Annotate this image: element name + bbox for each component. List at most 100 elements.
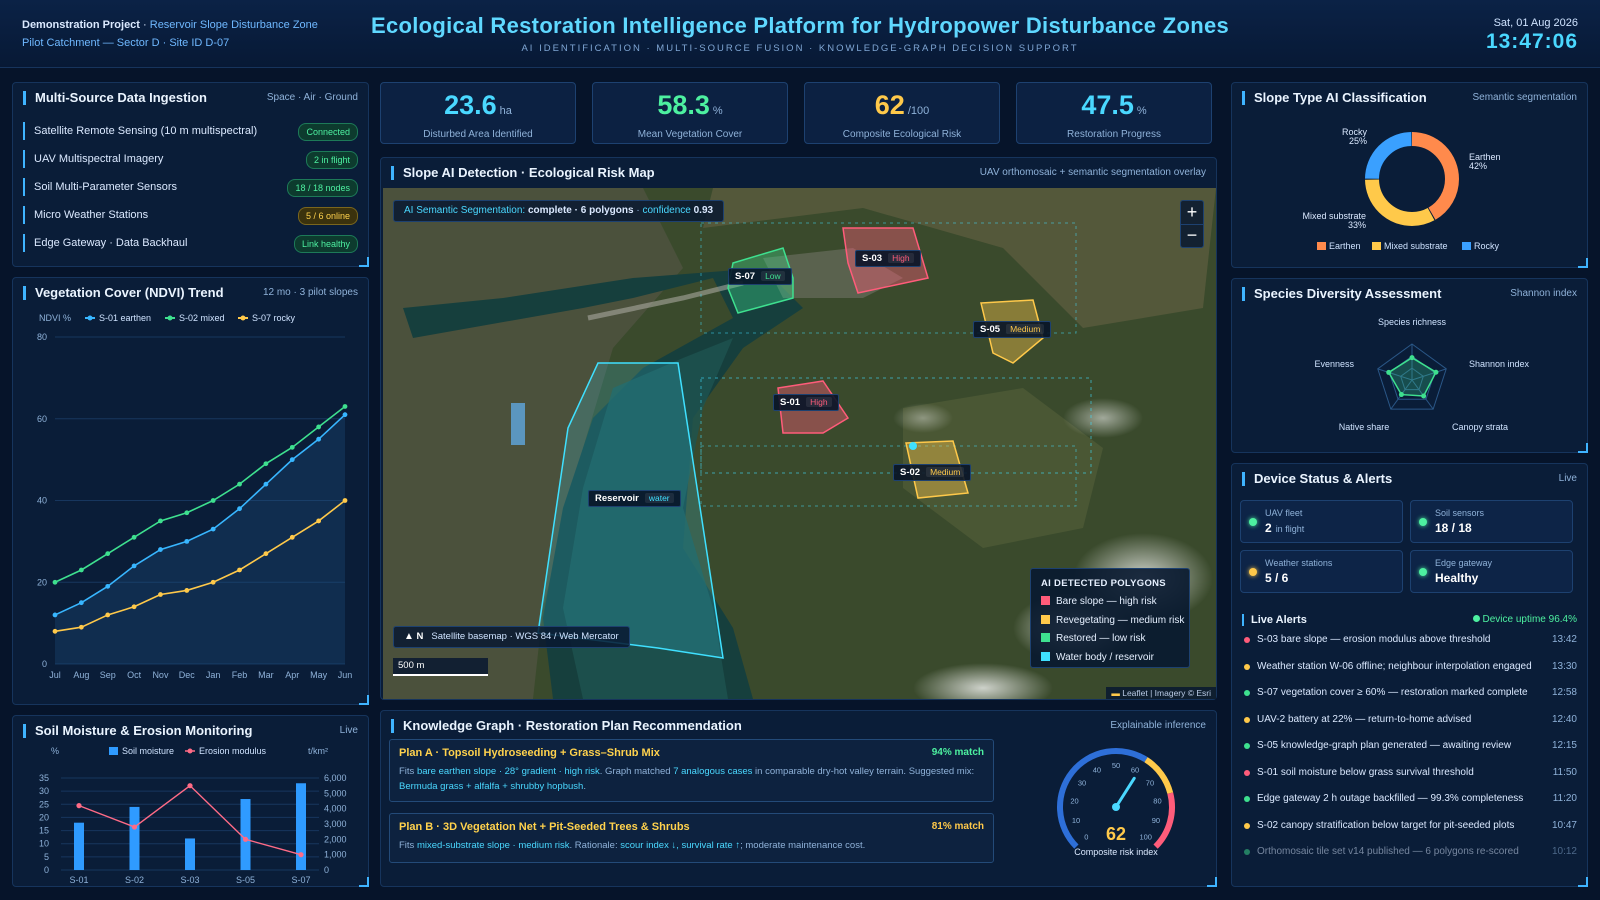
device-card[interactable]: UAV fleet 2 in flight (1240, 500, 1403, 543)
gauge-tick: 60 (1131, 766, 1139, 775)
scale-label: 500 m (398, 660, 425, 671)
ndvi-y-tick: 40 (37, 496, 47, 506)
plan-a-card[interactable]: Plan A · Topsoil Hydroseeding + Grass–Sh… (389, 739, 994, 802)
ndvi-point (158, 547, 163, 552)
donut-legend-label: Rocky (1474, 241, 1500, 251)
kpi-card: 23.6 ha Disturbed Area Identified (380, 82, 576, 144)
zoom-in-button[interactable]: + (1181, 201, 1203, 225)
alert-dot-icon (1244, 769, 1250, 776)
species-title: Species Diversity Assessment (1242, 287, 1441, 301)
device-card-value: 2 (1265, 521, 1272, 535)
status-badge: 18 / 18 nodes (287, 179, 358, 197)
panel-corner (359, 877, 369, 887)
device-card[interactable]: Soil sensors 18 / 18 (1410, 500, 1573, 543)
legend-swatch (1041, 633, 1050, 642)
ndvi-point (78, 624, 84, 630)
alert-item[interactable]: Weather station W-06 offline; neighbour … (1244, 656, 1577, 678)
ndvi-x-tick: Mar (258, 670, 274, 680)
kg-panel: Knowledge Graph · Restoration Plan Recom… (380, 710, 1217, 887)
device-card[interactable]: Weather stations 5 / 6 (1240, 550, 1403, 593)
alert-item[interactable]: UAV-2 battery at 22% — return-to-home ad… (1244, 709, 1577, 731)
device-card-label: Edge gateway (1435, 558, 1493, 568)
erosion-point (298, 852, 304, 858)
alert-item[interactable]: S-03 bare slope — erosion modulus above … (1244, 629, 1577, 651)
plan-b-title: Plan B · 3D Vegetation Net + Pit-Seeded … (399, 821, 690, 833)
gauge-tick: 30 (1078, 778, 1086, 787)
map-attribution[interactable]: ▬ Leaflet | Imagery © Esri (1106, 687, 1216, 699)
kg-subtitle: Explainable inference (1110, 720, 1206, 731)
donut-legend-label: Earthen (1329, 241, 1361, 251)
soil-panel: Soil Moisture & Erosion Monitoring Live … (12, 715, 369, 887)
alert-time: 12:40 (1551, 713, 1577, 725)
devices-panel: Device Status & Alerts Live Live Alerts … (1231, 463, 1588, 887)
alert-item[interactable]: Orthomosaic tile set v14 published — 6 p… (1244, 841, 1577, 863)
alert-time: 10:47 (1551, 819, 1577, 831)
legend-title: AI DETECTED POLYGONS (1041, 578, 1166, 589)
alert-item[interactable]: S-02 canopy stratification below target … (1244, 815, 1577, 837)
plan-b-card[interactable]: Plan B · 3D Vegetation Net + Pit-Seeded … (389, 813, 994, 863)
header-bar: Demonstration Project · Reservoir Slope … (0, 0, 1600, 68)
alert-dot-icon (1244, 743, 1250, 749)
alert-dot-icon (1244, 822, 1250, 829)
erosion-point (242, 836, 249, 842)
panel-corner (359, 695, 369, 705)
attribution-text: Leaflet | Imagery © Esri (1122, 688, 1211, 698)
zoom-out-button[interactable]: − (1181, 225, 1203, 248)
device-card-value-line: 18 / 18 (1435, 521, 1476, 535)
device-card-label: Weather stations (1265, 558, 1333, 568)
map-canvas[interactable]: S-07 Low S-03 High S-05 Medium S-01 High S-02 Med… (383, 188, 1216, 699)
ndvi-legend-marker (167, 315, 173, 321)
polygon-label[interactable]: S-07 Low (728, 268, 792, 285)
polygon-id: S-02 (900, 467, 921, 478)
polygon-label[interactable]: S-05 Medium (973, 321, 1052, 338)
kpi-unit: % (712, 105, 723, 117)
alert-item[interactable]: S-07 vegetation cover ≥ 60% — restoratio… (1244, 682, 1577, 704)
soil-right-tick: 5,000 (324, 788, 347, 798)
north-arrow-icon: ▲ (404, 631, 414, 642)
ndvi-chart: NDVI % S-01 earthen S-02 mixed S-07 rocky 0 2… (37, 313, 352, 680)
kpi-value-line: 23.6 ha (381, 90, 575, 126)
polygon-label[interactable]: S-02 Medium (893, 464, 972, 481)
basemap-info: ▲ N Satellite basemap · WGS 84 / Web Merc… (393, 626, 630, 648)
status-badge: 5 / 6 online (297, 207, 358, 225)
alert-item[interactable]: S-05 knowledge-graph plan generated — aw… (1244, 735, 1577, 757)
ingestion-row-label: Satellite Remote Sensing (10 m multispec… (34, 125, 258, 137)
slope-panel: Slope Type AI Classification Semantic se… (1231, 82, 1588, 268)
panel-corner (359, 257, 369, 267)
species-radar-chart: Species richness Shannon index Canopy stra… (1314, 317, 1529, 432)
plan-a-match: 94% match (931, 747, 984, 758)
polygon-label[interactable]: S-01 High (773, 394, 839, 411)
ndvi-x-tick: Apr (285, 670, 299, 680)
ndvi-y-tick: 0 (42, 659, 47, 669)
ndvi-point (237, 481, 242, 487)
ndvi-point (263, 461, 269, 467)
legend-label: Water body / reservoir (1056, 651, 1154, 663)
alert-dot-icon (1244, 637, 1250, 643)
polygon-risk: High (888, 253, 914, 263)
plan-b-match: 81% match (931, 821, 984, 832)
alert-item[interactable]: Edge gateway 2 h outage backfilled — 99.… (1244, 788, 1577, 810)
soil-left-tick: 20 (39, 812, 49, 822)
polygon-label[interactable]: Reservoir water (588, 490, 681, 507)
radar-point (1409, 355, 1415, 361)
soil-right-unit: t/km² (308, 746, 328, 756)
risk-gauge: 010203040506070809010062Composite risk i… (1057, 748, 1175, 857)
ingestion-subtitle: Space · Air · Ground (266, 92, 358, 103)
polygon-label[interactable]: S-03 High (855, 250, 921, 267)
device-card[interactable]: Edge gateway Healthy (1410, 550, 1573, 593)
soil-left-tick: 10 (39, 839, 49, 849)
device-card-value-line: Healthy (1435, 571, 1482, 585)
confidence-value: 0.93 (693, 205, 714, 216)
donut-legend-swatch (1462, 242, 1471, 250)
kg-title: Knowledge Graph · Restoration Plan Recom… (391, 719, 742, 733)
basemap-label: Satellite basemap · WGS 84 / Web Mercato… (431, 631, 619, 642)
gauge-needle (1114, 776, 1136, 809)
erosion-point (76, 803, 82, 809)
alert-item[interactable]: S-01 soil moisture below grass survival … (1244, 762, 1577, 784)
ndvi-legend-marker (240, 315, 246, 321)
radar-point (1398, 392, 1404, 398)
alert-dot-icon (1244, 663, 1250, 670)
legend-item: Restored — low risk (1041, 632, 1145, 646)
soil-x-tick: S-07 (291, 875, 310, 885)
ndvi-point (131, 534, 137, 540)
